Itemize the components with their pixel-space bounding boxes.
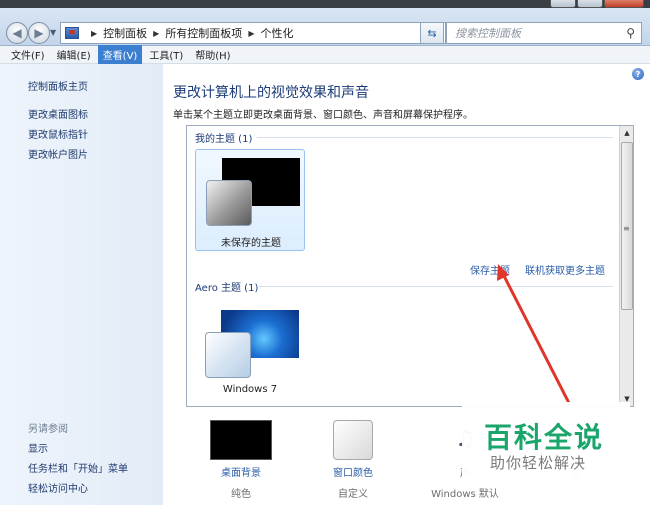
see-also-display[interactable]: 显示 [28,440,48,455]
theme-windows7-label: Windows 7 [222,384,278,395]
scroll-up-icon[interactable]: ▲ [620,126,633,140]
desktop-background-item[interactable]: 桌面背景 纯色 [191,420,291,500]
search-icon[interactable]: ⚲ [626,26,635,40]
forward-arrow-icon: ▶ [34,26,44,40]
see-also-taskbar[interactable]: 任务栏和「开始」菜单 [28,460,128,475]
window-color-label: 窗口颜色 [333,468,373,479]
sidebar-link-desktop-icons[interactable]: 更改桌面图标 [28,106,88,121]
menu-view[interactable]: 查看(V) [97,45,143,64]
menu-edit[interactable]: 编辑(E) [52,45,96,64]
theme-preview-window [205,332,251,378]
watermark-title: 百科全说 [484,421,605,454]
sidebar-link-mouse-pointer[interactable]: 更改鼠标指针 [28,126,88,141]
window-color-icon [333,420,373,460]
breadcrumb-separator-icon: ▶ [91,28,98,38]
menu-file[interactable]: 文件(F) [6,45,50,64]
theme-list-scrollbar[interactable]: ▲ ≡ ▼ [619,126,633,406]
desktop-background-value: 纯色 [231,489,251,500]
watermark: 百科全说 助你轻松解决 [462,402,630,482]
forward-button[interactable]: ▶ [28,22,50,44]
theme-unsaved[interactable]: 未保存的主题 [195,149,305,251]
see-also-ease-of-access[interactable]: 轻松访问中心 [28,480,88,495]
breadcrumb-separator-icon: ▶ [153,28,160,38]
maximize-button[interactable] [577,0,603,8]
control-panel-icon [65,27,79,39]
menu-bar: 文件(F) 编辑(E) 查看(V) 工具(T) 帮助(H) [0,45,650,64]
sidebar-link-control-panel-home[interactable]: 控制面板主页 [28,78,88,93]
group-divider [257,137,613,138]
refresh-icon: ⇆ [427,26,437,40]
page-description: 单击某个主题立即更改桌面背景、窗口颜色、声音和屏幕保护程序。 [173,110,473,121]
see-also-title: 另请参阅 [28,424,68,435]
save-theme-link[interactable]: 保存主题 [470,262,510,277]
recent-pages-dropdown[interactable]: ▼ [50,28,56,37]
breadcrumb[interactable]: ▶ 控制面板 ▶ 所有控制面板项 ▶ 个性化 ▼ [60,22,446,44]
minimize-button[interactable] [550,0,576,8]
desktop-background-icon [210,420,272,460]
refresh-button[interactable]: ⇆ [420,22,444,44]
page-title: 更改计算机上的视觉效果和声音 [173,85,369,101]
sounds-value: Windows 默认 [431,489,499,500]
breadcrumb-separator-icon: ▶ [248,28,255,38]
menu-help[interactable]: 帮助(H) [190,45,235,64]
sidebar-link-account-picture[interactable]: 更改帐户图片 [28,146,88,161]
get-more-themes-link[interactable]: 联机获取更多主题 [525,262,605,277]
menu-tools[interactable]: 工具(T) [144,45,188,64]
window-controls [549,0,644,8]
window-color-value: 自定义 [338,489,368,500]
theme-preview-window [206,180,252,226]
theme-unsaved-label: 未保存的主题 [221,238,281,249]
back-button[interactable]: ◀ [6,22,28,44]
breadcrumb-item[interactable]: 个性化 [260,25,293,41]
watermark-subtitle: 助你轻松解决 [490,454,587,472]
scroll-grip-icon: ≡ [623,224,630,233]
search-input[interactable]: 搜索控制面板 ⚲ [446,22,642,44]
window-color-item[interactable]: 窗口颜色 自定义 [303,420,403,500]
my-themes-title: 我的主题 (1) [195,134,253,145]
address-bar: ◀ ▶ ▼ ▶ 控制面板 ▶ 所有控制面板项 ▶ 个性化 ▼ ⇆ 搜索控制面板 … [0,8,650,46]
breadcrumb-item[interactable]: 控制面板 [103,25,147,41]
sidebar: 控制面板主页 更改桌面图标 更改鼠标指针 更改帐户图片 另请参阅 显示 任务栏和… [0,64,163,505]
help-icon[interactable]: ? [632,68,644,80]
search-placeholder: 搜索控制面板 [455,27,521,40]
close-button[interactable] [604,0,644,8]
title-bar [0,0,650,8]
breadcrumb-item[interactable]: 所有控制面板项 [165,25,242,41]
theme-list: 我的主题 (1) 未保存的主题 保存主题 联机获取更多主题 Aero 主题 (1… [186,125,634,407]
theme-windows7[interactable]: Windows 7 [195,302,305,404]
aero-themes-title: Aero 主题 (1) [195,283,259,294]
desktop-background-label: 桌面背景 [221,468,261,479]
back-arrow-icon: ◀ [12,26,22,40]
group-divider [257,286,613,287]
